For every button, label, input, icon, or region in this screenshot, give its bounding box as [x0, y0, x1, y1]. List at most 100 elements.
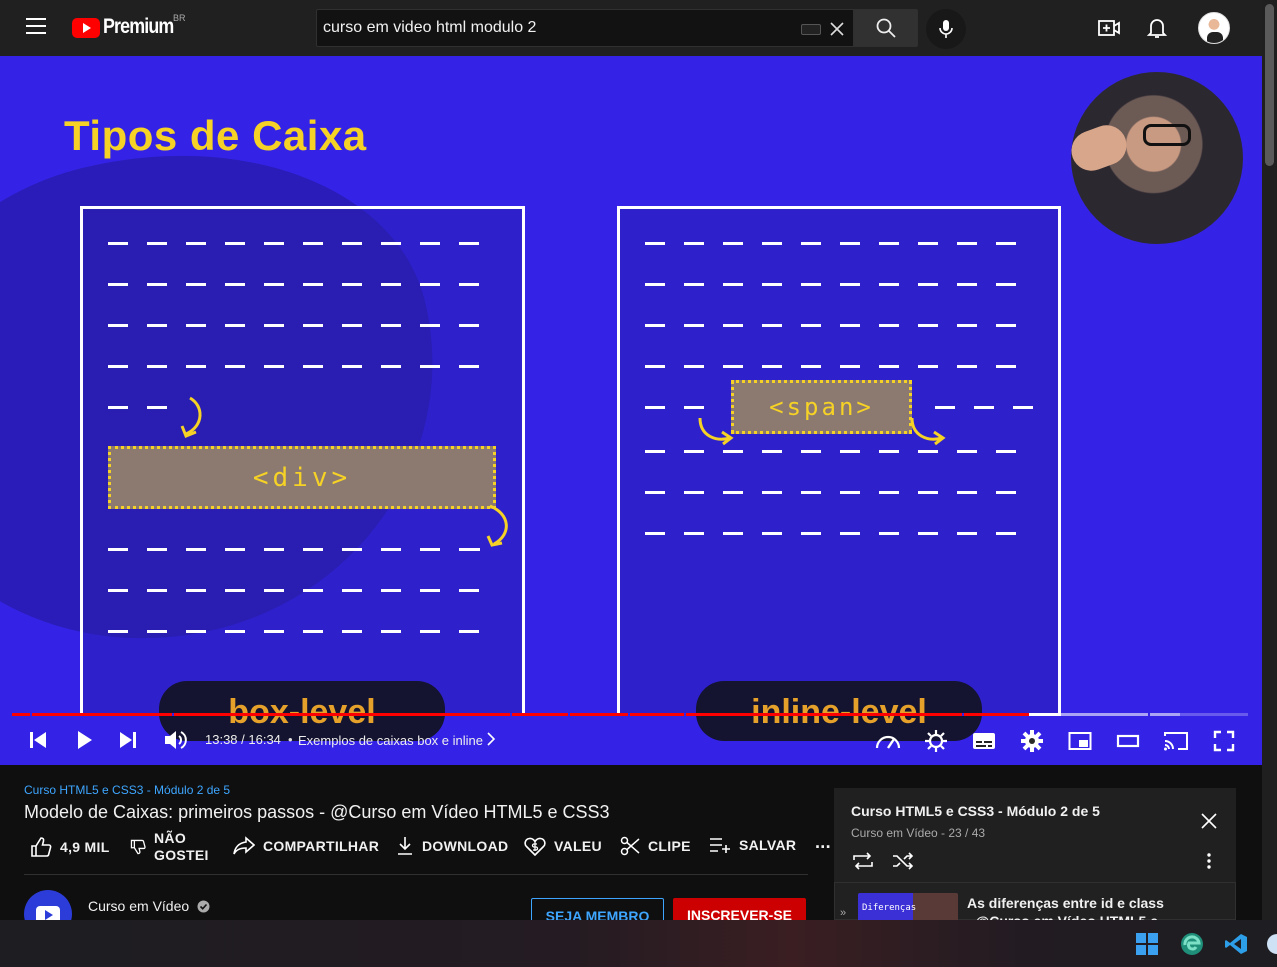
keyboard-icon[interactable] — [801, 24, 821, 35]
dash-mark — [459, 365, 479, 368]
settings-button[interactable] — [1018, 728, 1046, 754]
close-playlist-icon[interactable] — [1200, 812, 1218, 830]
user-avatar[interactable] — [1198, 12, 1230, 44]
text-line — [645, 324, 1035, 327]
dash-mark — [147, 283, 167, 286]
dash-mark — [723, 532, 743, 535]
text-line — [645, 491, 1035, 494]
dash-mark — [420, 630, 440, 633]
create-video-icon[interactable] — [1096, 15, 1122, 41]
dash-mark — [225, 630, 245, 633]
dash-mark — [264, 324, 284, 327]
shuffle-icon[interactable] — [892, 851, 914, 871]
dash-mark — [381, 283, 401, 286]
video-player[interactable]: Tipos de Caixa <div> box-level <span> in… — [0, 56, 1262, 765]
chevron-right-icon[interactable] — [486, 732, 496, 746]
dash-mark — [684, 532, 704, 535]
logo-region: BR — [173, 13, 186, 23]
dash-mark — [918, 324, 938, 327]
dislike-button[interactable]: NÃO GOSTEI — [130, 830, 209, 864]
text-line — [645, 365, 1035, 368]
clear-search-icon[interactable] — [827, 19, 847, 39]
dash-mark — [801, 491, 821, 494]
playlist-add-icon — [710, 838, 730, 853]
span-tag-label: <span> — [769, 393, 874, 421]
search-button[interactable] — [854, 9, 918, 47]
text-line — [645, 532, 1035, 535]
playlist-link[interactable]: Curso HTML5 e CSS3 - Módulo 2 de 5 — [24, 783, 230, 797]
dash-mark — [723, 491, 743, 494]
dash-mark — [381, 242, 401, 245]
youtube-logo-icon[interactable] — [72, 18, 100, 38]
clip-button[interactable]: CLIPE — [620, 836, 691, 856]
like-count: 4,9 MIL — [60, 839, 110, 855]
cast-button[interactable] — [1162, 728, 1190, 754]
dash-mark — [762, 450, 782, 453]
chapter-gap — [1148, 713, 1150, 716]
dash-mark — [186, 283, 206, 286]
playback-speed-button[interactable] — [873, 728, 903, 754]
mute-button[interactable] — [162, 728, 188, 752]
next-video-button[interactable] — [116, 728, 140, 752]
dash-mark — [186, 548, 206, 551]
edge-browser-icon[interactable] — [1180, 932, 1204, 956]
dash-mark — [879, 450, 899, 453]
dash-mark — [996, 365, 1016, 368]
theater-mode-button[interactable] — [1114, 728, 1142, 754]
more-actions-button[interactable]: ... — [815, 832, 831, 853]
dash-mark — [996, 242, 1016, 245]
channel-name[interactable]: Curso em Vídeo — [88, 898, 210, 914]
chapter-gap — [30, 713, 32, 716]
dash-mark — [684, 365, 704, 368]
vscode-icon[interactable] — [1224, 932, 1248, 956]
dash-mark — [957, 450, 977, 453]
previous-video-button[interactable] — [26, 728, 50, 752]
app-icon-partial[interactable] — [1266, 932, 1277, 956]
text-line — [108, 283, 498, 286]
search-box — [316, 9, 854, 47]
loop-icon[interactable] — [851, 851, 875, 871]
dash-mark — [723, 242, 743, 245]
dash-mark — [762, 491, 782, 494]
play-button[interactable] — [72, 728, 96, 752]
thanks-button[interactable]: VALEU — [524, 836, 602, 856]
text-line — [108, 589, 498, 592]
dash-mark — [918, 283, 938, 286]
chapter-title[interactable]: Exemplos de caixas box e inline — [298, 733, 483, 748]
dash-mark — [186, 324, 206, 327]
channel-name-text: Curso em Vídeo — [88, 898, 190, 914]
download-icon — [398, 837, 412, 855]
dash-mark — [840, 365, 860, 368]
playlist-panel-title[interactable]: Curso HTML5 e CSS3 - Módulo 2 de 5 — [851, 803, 1100, 819]
dash-mark — [381, 324, 401, 327]
next-icon — [120, 732, 136, 748]
dash-mark — [108, 548, 128, 551]
dash-mark — [996, 283, 1016, 286]
menu-icon[interactable] — [26, 18, 46, 34]
text-line — [108, 365, 498, 368]
playlist-more-icon[interactable] — [1201, 852, 1217, 870]
dash-mark — [108, 406, 128, 409]
dash-mark — [264, 365, 284, 368]
dash-mark — [225, 365, 245, 368]
volume-icon — [165, 731, 187, 749]
logo-text[interactable]: Premium — [103, 15, 174, 39]
miniplayer-button[interactable] — [1066, 728, 1094, 754]
speedometer-icon — [875, 735, 901, 749]
ambient-mode-button[interactable] — [922, 728, 950, 754]
dash-mark — [840, 532, 860, 535]
like-button[interactable]: 4,9 MIL — [30, 836, 110, 858]
scrollbar-thumb[interactable] — [1265, 4, 1274, 166]
fullscreen-button[interactable] — [1210, 728, 1238, 754]
search-icon — [876, 18, 896, 38]
subtitles-button[interactable] — [970, 728, 998, 754]
voice-search-button[interactable] — [926, 9, 966, 49]
dash-mark — [303, 324, 323, 327]
notifications-bell-icon[interactable] — [1144, 15, 1170, 41]
save-button[interactable]: SALVAR — [709, 836, 796, 854]
dash-mark — [420, 324, 440, 327]
download-button[interactable]: DOWNLOAD — [396, 836, 508, 856]
search-input[interactable] — [323, 17, 793, 39]
share-button[interactable]: COMPARTILHAR — [233, 836, 379, 856]
windows-start-icon[interactable] — [1136, 933, 1158, 955]
